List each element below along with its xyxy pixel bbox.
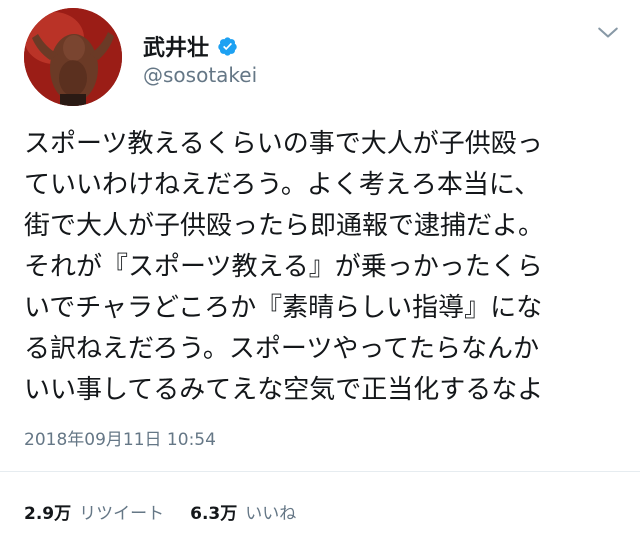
likes-stat[interactable]: 6.3万 いいね: [190, 499, 296, 524]
likes-label: いいね: [245, 504, 297, 524]
tweet-body-line: それが『スポーツ教える』が乗っかったくら: [24, 252, 543, 282]
retweets-stat[interactable]: 2.9万 リツイート: [24, 499, 164, 524]
tweet-body-line: 街で大人が子供殴ったら即通報で逮捕だよ。: [24, 211, 545, 241]
avatar-photo: [24, 8, 122, 106]
tweet-menu-button[interactable]: [594, 22, 622, 44]
tweet-body-line: いでチャラどころか『素晴らしい指導』にな: [24, 293, 543, 323]
tweet-body-line: スポーツ教えるくらいの事で大人が子供殴っ: [24, 129, 543, 159]
tweet-body-line: いい事してるみてえな空気で正当化するなよ: [24, 375, 544, 405]
author-name-row: 武井壮: [143, 30, 238, 62]
divider: [0, 471, 640, 472]
tweet-card: 武井壮 @sosotakei スポーツ教えるくらいの事で大人が子供殴っ ていいわ…: [0, 0, 640, 543]
retweets-count: 2.9万: [24, 504, 72, 524]
verified-badge-icon: [217, 36, 238, 57]
author-display-name[interactable]: 武井壮: [143, 30, 209, 62]
tweet-timestamp[interactable]: 2018年09月11日 10:54: [24, 425, 216, 450]
tweet-body-line: る訳ねえだろう。スポーツやってたらなんか: [24, 334, 540, 364]
author-handle[interactable]: @sosotakei: [143, 63, 257, 87]
retweets-label: リツイート: [79, 504, 165, 524]
chevron-down-icon: [598, 27, 618, 38]
avatar[interactable]: [24, 8, 122, 106]
tweet-stats: 2.9万 リツイート 6.3万 いいね: [24, 499, 296, 524]
likes-count: 6.3万: [190, 504, 238, 524]
tweet-body-line: ていいわけねえだろう。よく考えろ本当に、: [24, 170, 541, 200]
tweet-body: スポーツ教えるくらいの事で大人が子供殴っ ていいわけねえだろう。よく考えろ本当に…: [24, 124, 624, 411]
